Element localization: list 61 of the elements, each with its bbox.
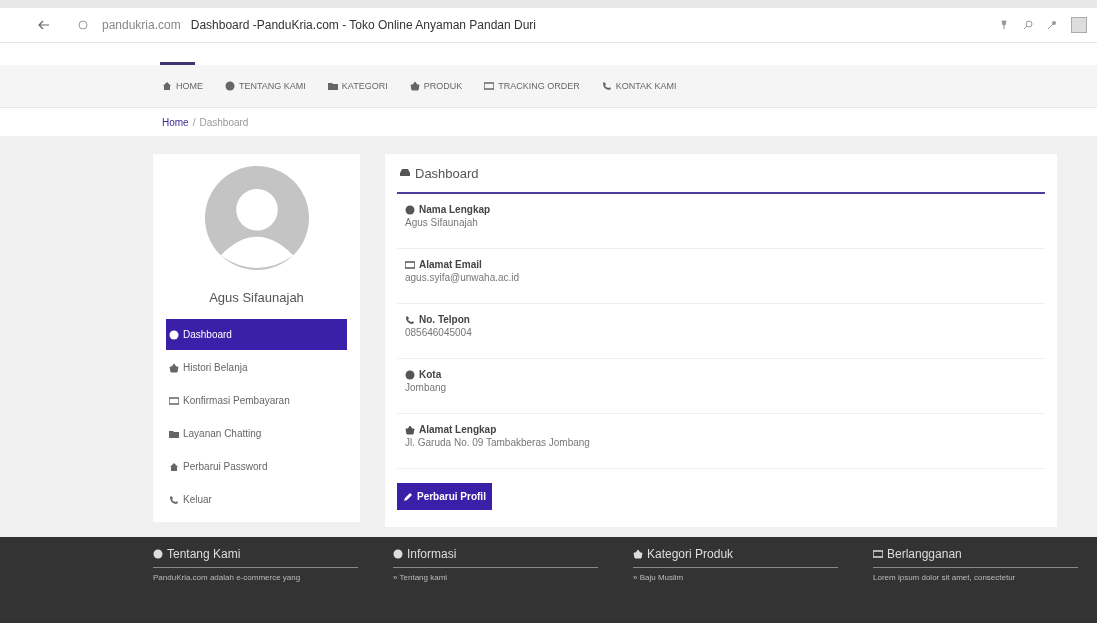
list-icon [484,81,495,91]
info-icon [393,549,403,559]
field-value: Jl. Garuda No. 09 Tambakberas Jombang [405,437,591,448]
field-value: 085646045004 [405,327,473,338]
footer-text: » Tentang kami [393,573,449,582]
footer-text: » Baju Muslim [633,573,685,582]
cart-icon [169,362,179,373]
nav-link[interactable]: KONTAK KAMI [601,81,677,91]
menu-item[interactable]: Keluar [166,484,347,515]
page-title: Dashboard -PanduKria.com - Toko Online Anyaman Pandan Duri [190,18,537,32]
footer-heading: Kategori Produk [647,547,734,561]
field-label: Nama Lengkap [419,204,491,215]
info-icon [225,81,235,91]
footer-text: Lorem ipsum dolor sit amet, consectetur [873,573,1017,582]
update-profile-button[interactable]: Perbarui Profil [397,483,492,510]
footer-heading: Tentang Kami [167,547,241,561]
panel-title: Dashboard [415,165,479,181]
field-label: Alamat Lengkap [419,424,497,435]
breadcrumb-separator: / [192,116,196,128]
nav-link[interactable]: TENTANG KAMI [225,81,306,91]
back-icon[interactable] [38,20,50,30]
breadcrumb-current: Dashboard [199,116,249,128]
search-icon[interactable] [1023,20,1033,30]
basket-icon [633,549,643,559]
footer-heading: Berlangganan [887,547,962,561]
basket-icon [409,81,420,91]
home-icon [162,81,172,91]
field-label: Kota [419,369,442,380]
car-icon [399,168,411,178]
menu-item[interactable]: Konfirmasi Pembayaran [166,385,347,416]
phone-icon [601,81,612,91]
envelope-icon [873,549,883,559]
address-domain[interactable]: pandukria.com [102,18,181,32]
nav-link[interactable]: TRACKING ORDER [484,81,580,91]
pencil-icon [403,491,413,502]
footer-text: PanduKria.com adalah e-commerce yang [153,573,302,582]
card-icon [169,395,179,406]
field-value: Jombang [405,382,448,393]
menu-item[interactable]: Histori Belanja [166,352,347,383]
field-label: Alamat Email [419,259,482,270]
menu-item[interactable]: Layanan Chatting [166,418,347,449]
avatar-icon [204,166,309,270]
menu-item[interactable]: Perbarui Password [166,451,347,482]
field-value: agus.syifa@unwaha.ac.id [405,272,521,283]
info-icon [153,549,163,559]
envelope-icon [405,259,415,270]
tab-icon[interactable] [1071,17,1087,33]
key-icon[interactable] [1047,20,1057,30]
field-value: Agus Sifaunajah [405,217,479,228]
field-label: No. Telpon [419,314,470,325]
profile-name: Agus Sifaunajah [209,290,304,305]
logo-edge [160,62,195,65]
menu-item[interactable]: Dashboard [166,319,347,350]
breadcrumb-link[interactable]: Home [162,116,189,128]
nav-link[interactable]: KATEGORI [327,81,388,91]
footer-heading: Informasi [407,547,457,561]
folder-icon [327,81,338,91]
info-icon[interactable] [78,20,88,30]
nav-link[interactable]: HOME [162,81,203,91]
nav-link[interactable]: PRODUK [409,81,463,91]
phone-icon [405,314,415,325]
